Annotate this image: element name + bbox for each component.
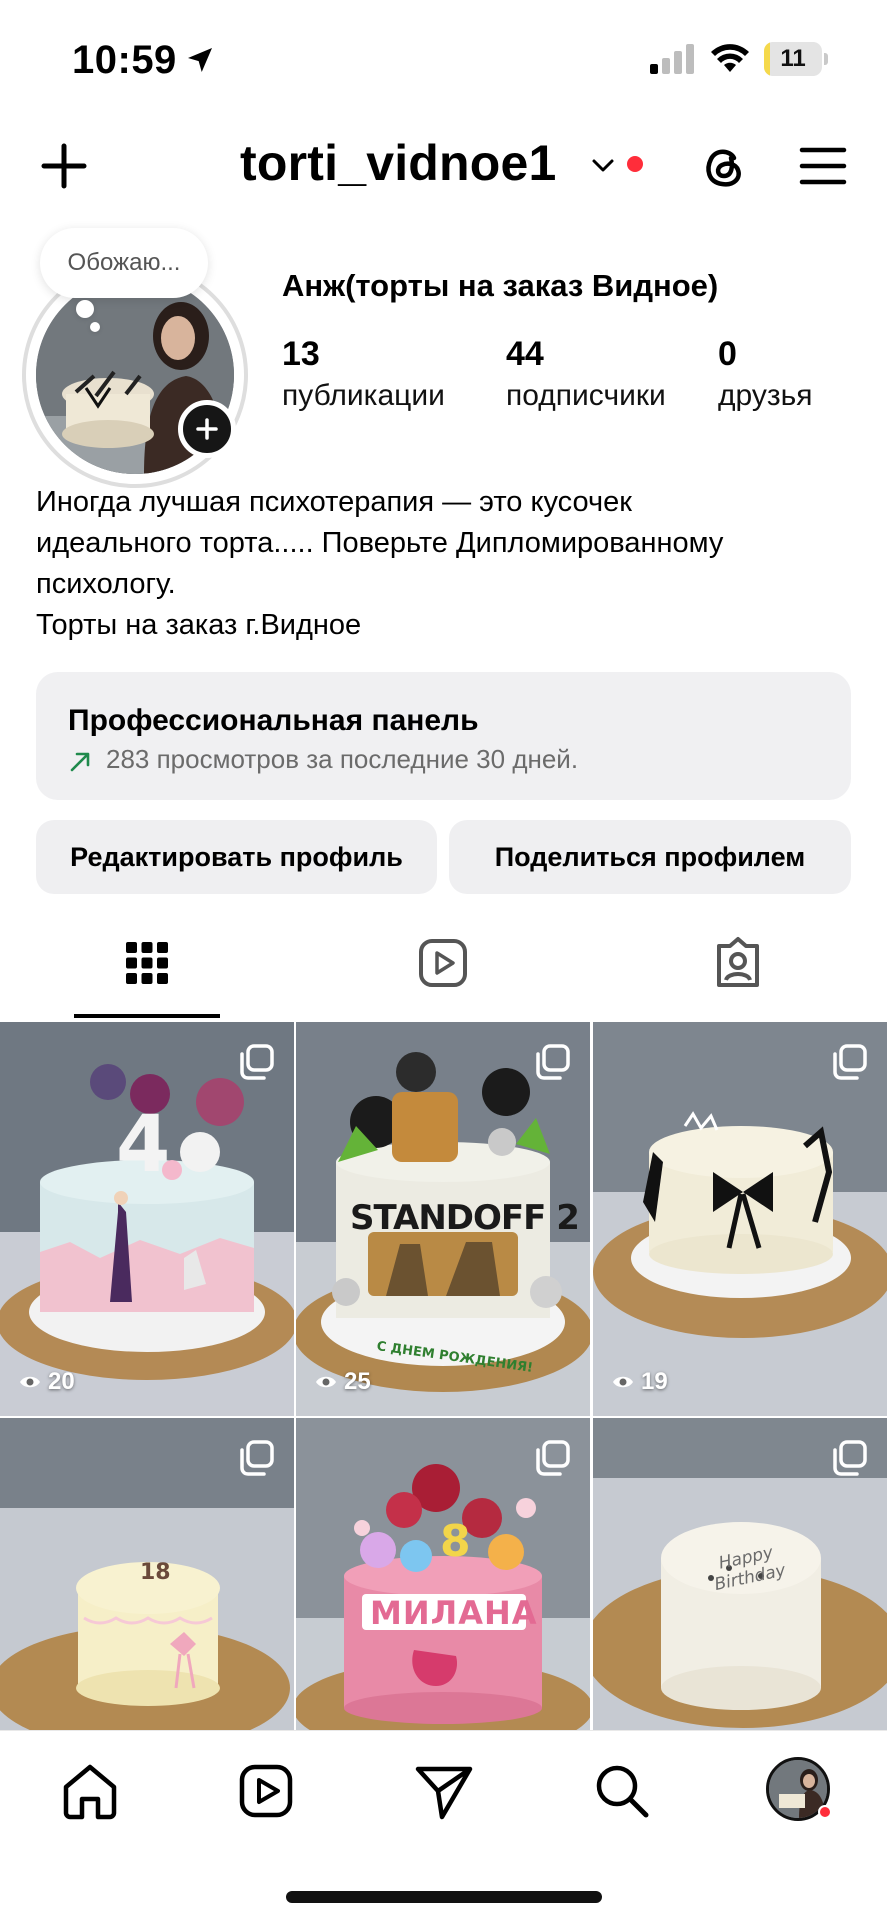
cake-inscription: 18 [140,1560,171,1585]
trend-up-icon [70,752,90,772]
bio-line: Торты на заказ г.Видное [36,609,362,641]
tab-tagged[interactable] [703,928,773,998]
bio-line: Иногда лучшая психотерапия — это кусочек [36,486,632,518]
cake-inscription: МИЛАНА [370,1594,538,1632]
edit-profile-button[interactable]: Редактировать профиль [36,820,437,894]
stat-friends[interactable]: 0 друзья [718,334,812,416]
tagged-icon [717,937,759,987]
tab-reels[interactable] [408,928,478,998]
carousel-icon [240,1440,274,1476]
views-icon [613,1376,633,1388]
post-tile[interactable]: 4 20 [0,1022,294,1416]
location-arrow-icon [188,48,212,72]
carousel-icon [833,1044,867,1080]
cake-topper: STANDOFF 2 [350,1198,580,1238]
pro-panel-subtitle: 283 просмотров за последние 30 дней. [106,744,579,774]
home-indicator[interactable] [286,1891,602,1903]
signal-icon [650,44,694,74]
stat-value: 13 [282,335,320,373]
cake-number: 8 [440,1516,471,1567]
stat-followers[interactable]: 44 подписчики [506,334,666,416]
carousel-icon [240,1044,274,1080]
post-tile[interactable]: 8 МИЛАНА [296,1418,590,1730]
plus-icon [196,418,218,440]
stat-value: 44 [506,335,544,373]
posts-grid: 4 20 STANDOFF 2 С ДНЕМ РОЖДЕНИЯ! 25 19 1… [0,1022,887,1730]
grid-icon [126,942,168,984]
battery-icon: 11 [764,42,828,76]
threads-icon[interactable] [696,138,752,194]
status-bar: 10:59 11 [0,0,887,110]
stat-value: 0 [718,335,737,373]
note-bubble-tail [76,300,94,318]
status-time: 10:59 [72,38,177,82]
note-bubble-tail-small [90,322,100,332]
view-count: 25 [314,1368,371,1396]
notification-dot [818,1805,832,1819]
username-title[interactable]: torti_vidnoe1 [240,134,557,192]
views-icon [316,1376,336,1388]
profile-bio: Иногда лучшая психотерапия — это кусочек… [36,482,866,646]
view-count-value: 25 [344,1368,371,1395]
stat-label: подписчики [506,379,666,412]
cake-topper: 4 [116,1100,171,1190]
chevron-down-icon[interactable] [590,152,616,178]
note-bubble[interactable]: Обожаю... [40,228,208,298]
bio-line: идеального торта..... Поверьте Дипломиро… [36,527,724,559]
post-tile[interactable]: STANDOFF 2 С ДНЕМ РОЖДЕНИЯ! 25 [296,1022,590,1416]
view-count: 20 [18,1368,75,1396]
carousel-icon [833,1440,867,1476]
tab-grid[interactable] [112,928,182,998]
wifi-icon [711,44,749,72]
notification-dot [627,156,643,172]
professional-dashboard[interactable]: Профессиональная панель 283 просмотров з… [36,672,851,800]
send-icon[interactable] [412,1759,476,1823]
battery-level: 11 [780,45,806,72]
stat-label: друзья [718,379,813,412]
active-tab-indicator [74,1014,220,1018]
menu-icon[interactable] [798,142,848,190]
bio-line: психологу. [36,568,176,600]
profile-header: torti_vidnoe1 [0,120,887,210]
search-icon[interactable] [590,1759,654,1823]
post-tile[interactable]: 19 [593,1022,887,1416]
view-count: 19 [611,1368,668,1396]
post-tile[interactable]: Happy Birthday [593,1418,887,1730]
reels-icon [419,939,467,987]
view-count-value: 20 [48,1368,75,1395]
display-name: Анж(торты на заказ Видное) [282,268,719,303]
stat-label: публикации [282,379,445,412]
carousel-icon [536,1044,570,1080]
add-story-button[interactable] [178,400,236,458]
pro-panel-title: Профессиональная панель [68,704,479,737]
bottom-navigation [0,1730,887,1920]
reels-icon[interactable] [234,1759,298,1823]
views-icon [20,1376,40,1388]
post-tile[interactable]: 18 [0,1418,294,1730]
home-icon[interactable] [58,1759,122,1823]
view-count-value: 19 [641,1368,668,1395]
plus-icon[interactable] [36,138,92,194]
share-profile-button[interactable]: Поделиться профилем [449,820,851,894]
carousel-icon [536,1440,570,1476]
stat-posts[interactable]: 13 публикации [282,334,445,416]
